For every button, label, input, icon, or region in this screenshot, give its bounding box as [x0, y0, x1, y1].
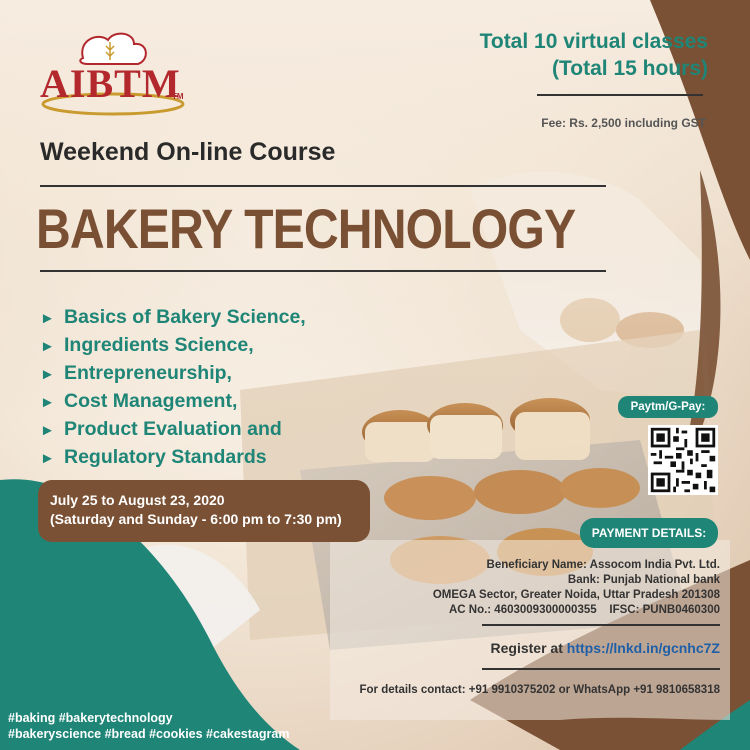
contact-info: For details contact: +91 9910375202 or W…	[359, 684, 720, 696]
paytm-label: Paytm/G-Pay:	[618, 396, 718, 418]
payment-details-label: PAYMENT DETAILS:	[580, 518, 718, 548]
triangle-bullet-icon: ►	[40, 394, 55, 411]
divider-title-top	[40, 185, 606, 187]
divider-title-bottom	[40, 270, 606, 272]
topics-list: ► Basics of Bakery Science, ► Ingredients …	[40, 304, 306, 472]
course-poster: AIBTM TM Total 10 virtual classes (Total…	[0, 0, 750, 750]
triangle-bullet-icon: ►	[40, 422, 55, 439]
logo-tm: TM	[172, 92, 184, 101]
classes-info: Total 10 virtual classes (Total 15 hours…	[480, 28, 708, 82]
topic-item: ► Regulatory Standards	[40, 444, 306, 472]
ifsc-code: IFSC: PUNB0460300	[609, 604, 720, 616]
hashtags-line1: #baking #bakerytechnology	[8, 711, 173, 725]
classes-count: Total 10 virtual classes	[479, 30, 708, 53]
account-number: AC No.: 4603009300000355	[448, 604, 597, 616]
triangle-bullet-icon: ►	[40, 338, 55, 355]
topic-item: ► Product Evaluation and	[40, 416, 306, 444]
course-subtitle: Weekend On-line Course	[40, 138, 336, 166]
bank-details: Beneficiary Name: Assocom India Pvt. Ltd…	[433, 558, 720, 618]
register-link[interactable]: https://lnkd.in/gcnhc7Z	[567, 640, 720, 656]
register-label: Register at	[490, 640, 563, 656]
beneficiary-name: Beneficiary Name: Assocom India Pvt. Ltd…	[486, 559, 720, 571]
register-line: Register at https://lnkd.in/gcnhc7Z	[491, 640, 720, 656]
fee-text: Fee: Rs. 2,500 including GST	[541, 116, 706, 130]
dates-badge: July 25 to August 23, 2020 (Saturday and…	[38, 480, 370, 542]
dates-range: July 25 to August 23, 2020	[50, 492, 225, 508]
classes-hours: (Total 15 hours)	[552, 57, 708, 80]
triangle-bullet-icon: ►	[40, 366, 55, 383]
bank-name: Bank: Punjab National bank	[567, 574, 720, 586]
logo-text: AIBTM	[40, 61, 181, 106]
course-title: BAKERY TECHNOLOGY	[36, 197, 576, 260]
hashtags: #baking #bakerytechnology #bakeryscience…	[8, 710, 289, 742]
bank-address: OMEGA Sector, Greater Noida, Uttar Prade…	[432, 589, 720, 601]
divider-register-top	[482, 624, 720, 626]
topic-item: ► Cost Management,	[40, 388, 306, 416]
qr-code-icon[interactable]	[648, 425, 718, 495]
topic-item: ► Basics of Bakery Science,	[40, 304, 306, 332]
triangle-bullet-icon: ►	[40, 450, 55, 467]
topic-item: ► Entrepreneurship,	[40, 360, 306, 388]
hashtags-line2: #bakeryscience #bread #cookies #cakestag…	[8, 727, 290, 741]
divider-classes	[537, 94, 703, 96]
account-line: AC No.: 4603009300000355 IFSC: PUNB04603…	[433, 603, 720, 618]
topic-item: ► Ingredients Science,	[40, 332, 306, 360]
triangle-bullet-icon: ►	[40, 310, 55, 327]
divider-register-bottom	[482, 668, 720, 670]
dates-schedule: (Saturday and Sunday - 6:00 pm to 7:30 p…	[50, 511, 342, 527]
